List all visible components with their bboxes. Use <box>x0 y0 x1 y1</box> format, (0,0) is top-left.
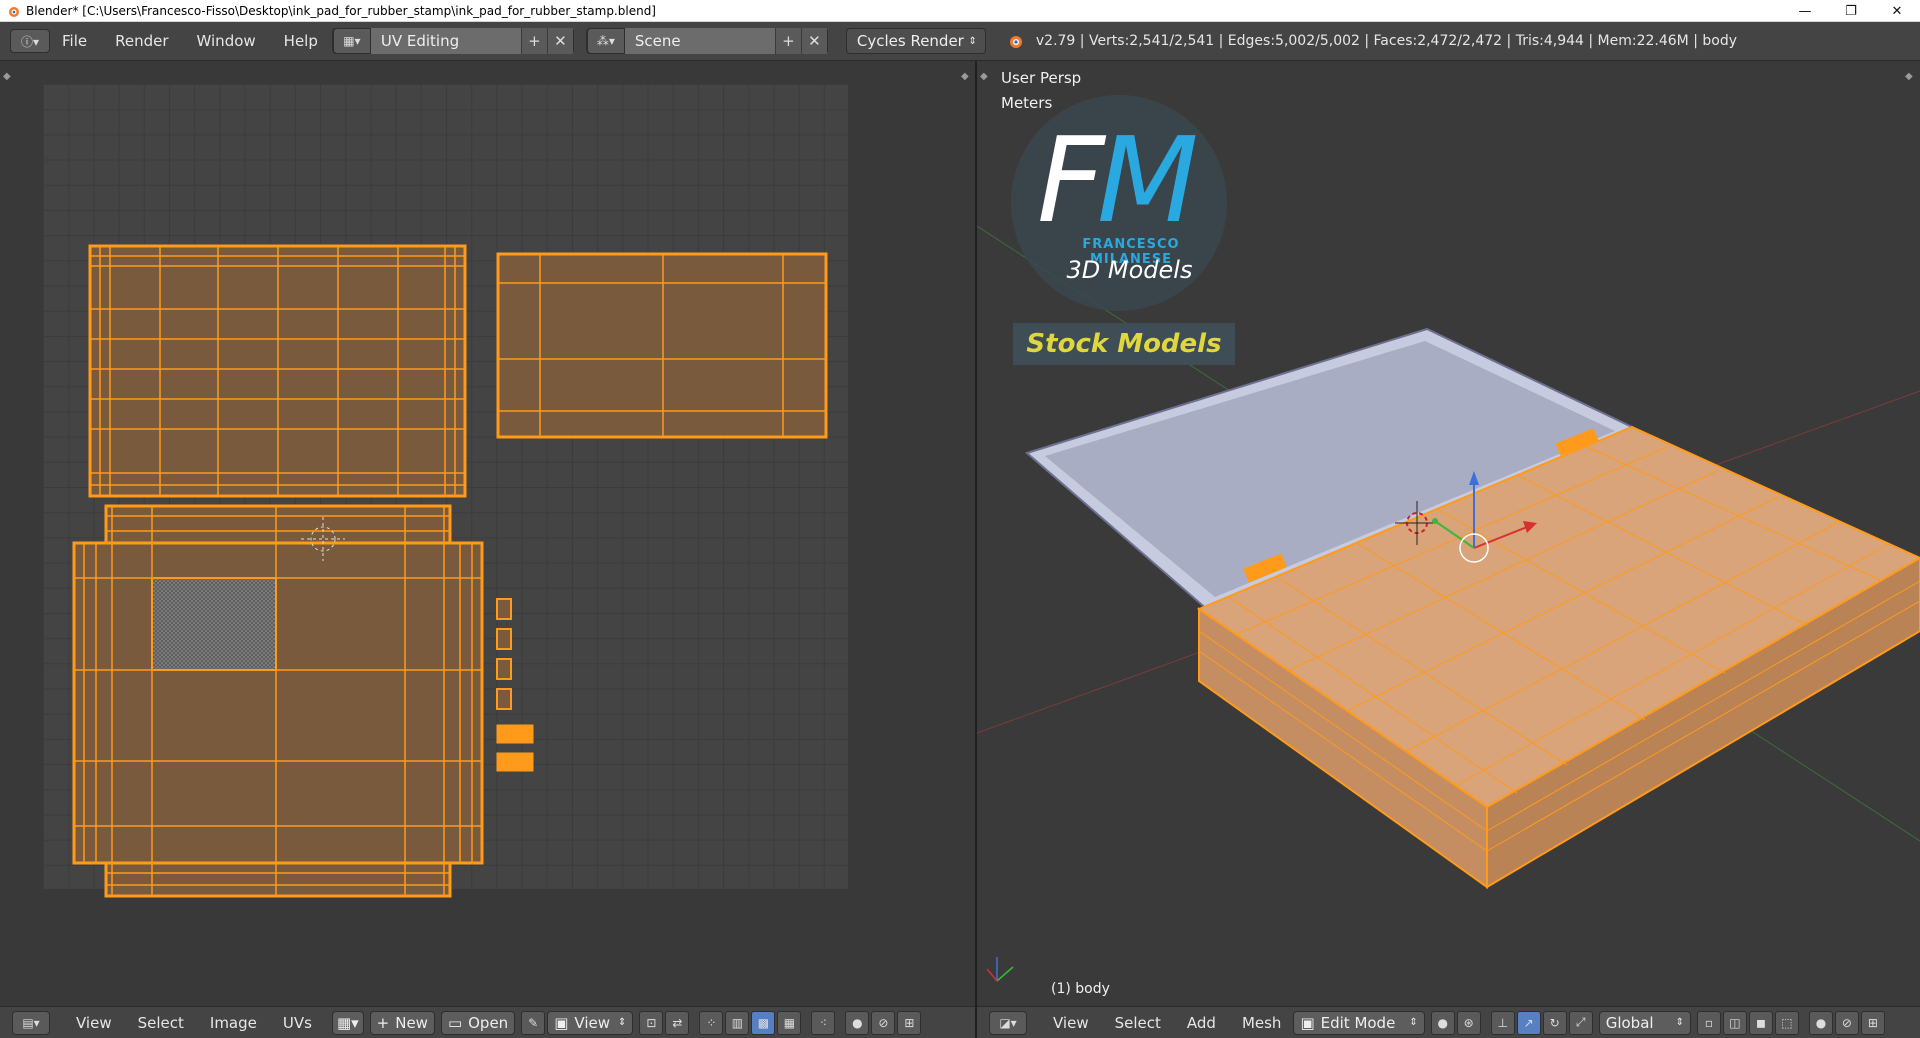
view-mode-icon: ▣ <box>554 1013 569 1032</box>
vertex-select-icon[interactable]: ⁘ <box>699 1010 724 1035</box>
editor-type-selector[interactable]: ⓘ▾ <box>10 29 50 53</box>
axis-gizmo <box>986 957 1014 982</box>
menu-select[interactable]: Select <box>138 1014 184 1032</box>
blender-logo-icon <box>9 6 19 17</box>
menu-window[interactable]: Window <box>197 32 256 50</box>
image-icon: ▦▾ <box>336 1013 359 1032</box>
screen-layout-selector[interactable]: ▦▾ UV Editing + ✕ <box>331 28 574 54</box>
proportional-edit-icon[interactable]: ● <box>1808 1010 1833 1035</box>
window-titlebar: Blender* [C:\Users\Francesco-Fisso\Deskt… <box>0 0 1920 22</box>
menu-view[interactable]: View <box>76 1014 112 1032</box>
uv-island-top-right <box>496 252 828 439</box>
rotate-icon[interactable]: ↻ <box>1542 1010 1567 1035</box>
logo-tagline: 3D Models <box>1066 256 1193 284</box>
dropdown-arrows-icon: ⇕ <box>1409 1017 1418 1028</box>
blender-logo-icon <box>1009 36 1022 48</box>
menu-help[interactable]: Help <box>284 32 318 50</box>
scale-icon[interactable]: ⤢ <box>1568 1010 1593 1035</box>
menu-view[interactable]: View <box>1053 1014 1089 1032</box>
plus-icon: + <box>376 1013 390 1032</box>
edit-mode-icon: ▣ <box>1300 1013 1315 1032</box>
view3d-header: ◪▾ View Select Add Mesh ▣ Edit Mode ⇕ ● ⊛ … <box>977 1006 1920 1038</box>
dropdown-arrows-icon: ⇕ <box>1675 1017 1684 1028</box>
render-engine-dropdown[interactable]: Cycles Render ⇕ <box>845 28 986 54</box>
proportional-edit-icon[interactable]: ● <box>845 1010 870 1035</box>
new-image-button[interactable]: + New <box>369 1010 435 1035</box>
add-scene-icon[interactable]: + <box>774 28 801 54</box>
pivot-icon[interactable]: ⊡ <box>639 1010 664 1035</box>
island-select-icon[interactable]: ▦ <box>777 1010 802 1035</box>
folder-icon: ▭ <box>447 1013 463 1032</box>
translate-icon[interactable]: ↗ <box>1516 1010 1541 1035</box>
open-image-button[interactable]: ▭ Open <box>440 1010 516 1035</box>
sync-selection-icon[interactable]: ⇄ <box>665 1010 690 1035</box>
orientation-dropdown[interactable]: Global ⇕ <box>1598 1010 1691 1035</box>
open-image-label: Open <box>468 1013 509 1032</box>
minimize-button[interactable]: — <box>1782 0 1828 22</box>
scene-statistics: v2.79 | Verts:2,541/2,541 | Edges:5,002/… <box>1035 33 1737 49</box>
pivot-point-icon[interactable]: ⊛ <box>1456 1010 1481 1035</box>
add-screen-icon[interactable]: + <box>520 28 547 54</box>
view-mode-label: View <box>574 1013 610 1032</box>
orientation-label: Global <box>1605 1013 1654 1032</box>
snap-target-icon[interactable]: ⊞ <box>1860 1010 1885 1035</box>
menu-add[interactable]: Add <box>1187 1014 1216 1032</box>
manipulator-icon[interactable]: ⊥ <box>1490 1010 1515 1035</box>
dropdown-arrows-icon: ⇕ <box>618 1017 627 1028</box>
scene-name[interactable]: Scene <box>624 28 775 54</box>
edge-select-icon[interactable]: ▥ <box>725 1010 750 1035</box>
view3d-icon: ◪▾ <box>999 1015 1017 1030</box>
mode-label: Edit Mode <box>1320 1013 1396 1032</box>
sticky-select-icon[interactable]: ⁖ <box>811 1010 836 1035</box>
close-button[interactable]: ✕ <box>1874 0 1920 22</box>
view-mode-dropdown[interactable]: ▣ View ⇕ <box>547 1010 634 1035</box>
face-select-icon[interactable]: ▩ <box>751 1010 776 1035</box>
stock-models-badge: Stock Models <box>1013 323 1235 365</box>
scene-selector[interactable]: ⁂▾ Scene + ✕ <box>585 28 828 54</box>
remove-screen-icon[interactable]: ✕ <box>546 28 573 54</box>
menu-render[interactable]: Render <box>115 32 168 50</box>
snap-target-icon[interactable]: ⊞ <box>897 1010 922 1035</box>
info-header: ⓘ▾ File Render Window Help ▦▾ UV Editing… <box>0 22 1920 61</box>
uv-island-top-left <box>88 244 467 498</box>
info-icon: ⓘ▾ <box>20 34 40 49</box>
edge-select-icon[interactable]: ◫ <box>1722 1010 1747 1035</box>
blender-window: Blender* [C:\Users\Francesco-Fisso\Deskt… <box>0 0 1920 1038</box>
uv-island-bottom <box>72 504 484 898</box>
mode-dropdown[interactable]: ▣ Edit Mode ⇕ <box>1293 1010 1425 1035</box>
editor-type-selector[interactable]: ▤▾ <box>12 1010 50 1035</box>
snap-icon[interactable]: ⊘ <box>871 1010 896 1035</box>
image-editor-icon: ▤▾ <box>22 1015 40 1030</box>
remove-scene-icon[interactable]: ✕ <box>800 28 827 54</box>
pin-icon[interactable]: ✎ <box>521 1010 546 1035</box>
render-engine-label: Cycles Render <box>856 32 964 50</box>
editor-type-selector[interactable]: ◪▾ <box>989 1010 1027 1035</box>
layout-grid-icon[interactable]: ▦▾ <box>332 28 371 54</box>
menu-file[interactable]: File <box>62 32 87 50</box>
image-browse-button[interactable]: ▦▾ <box>331 1010 364 1035</box>
new-image-label: New <box>395 1013 428 1032</box>
scene-icon[interactable]: ⁂▾ <box>586 28 625 54</box>
dropdown-arrows-icon: ⇕ <box>968 35 977 47</box>
screen-layout-name[interactable]: UV Editing <box>370 28 521 54</box>
uv-image-editor[interactable]: ◆ ◆ <box>0 61 975 1005</box>
menu-uvs[interactable]: UVs <box>283 1014 312 1032</box>
uv-islands[interactable] <box>0 61 975 1005</box>
vertex-select-icon[interactable]: ▫ <box>1696 1010 1721 1035</box>
maximize-button[interactable]: ❐ <box>1828 0 1874 22</box>
logo-letters: FM <box>1037 111 1199 249</box>
menu-select[interactable]: Select <box>1115 1014 1161 1032</box>
face-select-icon[interactable]: ◼ <box>1748 1010 1773 1035</box>
uv-small-islands <box>496 598 534 772</box>
occlude-geometry-icon[interactable]: ⬚ <box>1774 1010 1799 1035</box>
viewport-shading-icon[interactable]: ● <box>1430 1010 1455 1035</box>
uv-editor-header: ▤▾ View Select Image UVs ▦▾ + New ▭ Open ✎… <box>0 1006 975 1038</box>
window-title: Blender* [C:\Users\Francesco-Fisso\Deskt… <box>26 3 656 18</box>
active-object-label: (1) body <box>1051 981 1110 997</box>
window-controls: — ❐ ✕ <box>1782 0 1920 22</box>
snap-icon[interactable]: ⊘ <box>1834 1010 1859 1035</box>
menu-mesh[interactable]: Mesh <box>1242 1014 1282 1032</box>
3d-viewport[interactable]: ◆ ◆ User Persp Meters FM FRANCESCO MILAN… <box>977 61 1920 1005</box>
menu-image[interactable]: Image <box>210 1014 257 1032</box>
